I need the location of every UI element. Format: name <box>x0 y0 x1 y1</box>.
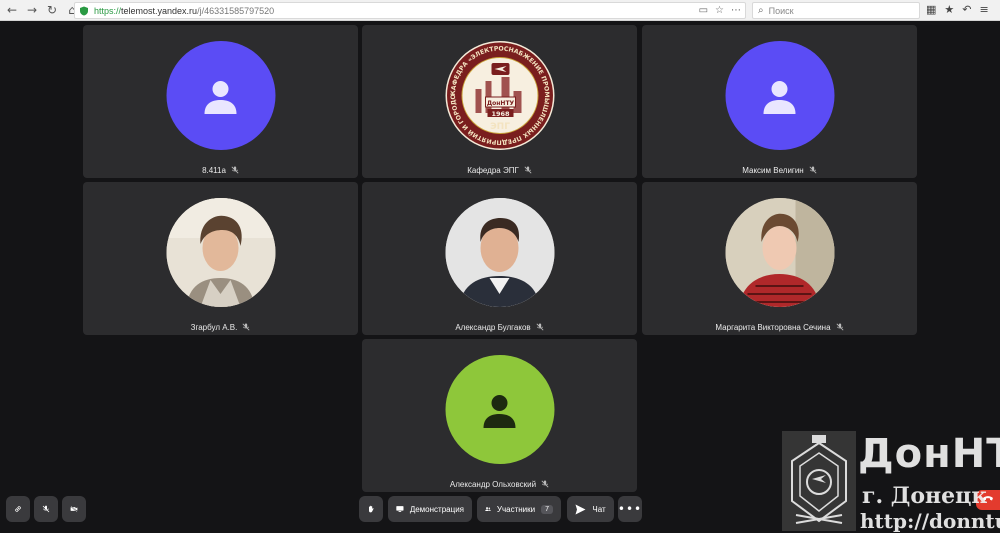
camera-toggle[interactable] <box>62 496 86 522</box>
favorites-icon[interactable]: ★ <box>944 3 954 16</box>
svg-text:ДонНТУ: ДонНТУ <box>486 100 514 107</box>
participant-tile[interactable]: Александр Булгаков <box>362 182 637 335</box>
forward-icon[interactable]: → <box>24 2 40 18</box>
user-icon <box>763 80 796 114</box>
user-icon <box>204 80 237 114</box>
copy-link-button[interactable] <box>6 496 30 522</box>
link-icon <box>15 506 21 512</box>
menu-icon[interactable]: ≡ <box>980 3 989 16</box>
more-icon: ••• <box>617 502 643 516</box>
mic-off-icon <box>231 166 239 174</box>
participants-button[interactable]: Участники 7 <box>477 496 561 522</box>
more-options-button[interactable]: ••• <box>618 496 642 522</box>
participant-photo <box>445 198 554 307</box>
mic-off-icon <box>42 505 50 513</box>
avatar <box>445 355 554 464</box>
undo-icon[interactable]: ↶ <box>962 3 971 16</box>
participant-name: Згарбул А.В. <box>190 322 238 332</box>
search-input[interactable]: ⌕ Поиск <box>752 2 920 19</box>
participant-tile[interactable]: 8.411a <box>83 25 358 178</box>
reader-icon[interactable]: ▭ <box>699 5 708 16</box>
participant-name: Маргарита Викторовна Сечина <box>715 322 831 332</box>
mic-off-icon <box>242 323 250 331</box>
screen-share-label: Демонстрация <box>409 504 464 514</box>
participant-tile[interactable]: Александр Ольховский <box>362 339 637 492</box>
user-icon <box>483 394 516 428</box>
participant-tile[interactable]: Згарбул А.В. <box>83 182 358 335</box>
participant-name: Кафедра ЭПГ <box>467 165 519 175</box>
more-icon[interactable]: ⋯ <box>731 5 741 16</box>
search-placeholder: Поиск <box>768 5 794 16</box>
back-icon[interactable]: ← <box>4 2 20 18</box>
participant-tile[interactable]: ЭПГ ДонНТУ 1968 КАФЕДРА «ЭЛЕКТРОСНАБЖЕНИ… <box>362 25 637 178</box>
mic-off-icon <box>536 323 544 331</box>
tabs-icon[interactable]: ▦ <box>926 3 936 16</box>
donntu-emblem <box>782 431 856 531</box>
mic-off-icon <box>524 166 532 174</box>
participant-photo <box>166 198 275 307</box>
chat-button[interactable]: Чат <box>567 496 614 522</box>
svg-text:ЭПГ: ЭПГ <box>490 122 510 132</box>
bookmark-icon[interactable]: ☆ <box>715 5 724 16</box>
screen-share-icon <box>396 506 404 512</box>
avatar <box>166 41 275 150</box>
send-icon <box>575 504 586 514</box>
people-icon <box>485 507 491 512</box>
participant-photo <box>725 198 834 307</box>
participant-tile[interactable]: Максим Велигин <box>642 25 917 178</box>
microphone-toggle[interactable] <box>34 496 58 522</box>
watermark-site: http://donntu.ru <box>860 509 1000 533</box>
participant-name: Максим Велигин <box>742 165 804 175</box>
watermark-city: г. Донецк <box>862 483 988 509</box>
participant-tile[interactable]: Маргарита Викторовна Сечина <box>642 182 917 335</box>
participants-count: 7 <box>541 504 553 514</box>
mic-off-icon <box>809 166 817 174</box>
chat-label: Чат <box>592 504 606 514</box>
hand-icon <box>369 505 374 513</box>
browser-toolbar: ← → ↻ ⌂ https://telemost.yandex.ru/j/463… <box>0 0 1000 21</box>
mic-off-icon <box>836 323 844 331</box>
department-logo: ЭПГ ДонНТУ 1968 КАФЕДРА «ЭЛЕКТРОСНАБЖЕНИ… <box>445 41 554 150</box>
reload-icon[interactable]: ↻ <box>44 2 60 18</box>
avatar <box>725 41 834 150</box>
raise-hand-button[interactable] <box>359 496 383 522</box>
participants-label: Участники <box>496 504 536 514</box>
watermark-title: ДонНТУ <box>858 431 1000 477</box>
search-icon: ⌕ <box>758 5 764 16</box>
participant-name: 8.411a <box>202 165 226 175</box>
address-bar[interactable]: https://telemost.yandex.ru/j/46331585797… <box>74 2 746 19</box>
participant-name: Александр Булгаков <box>455 322 531 332</box>
screen-share-button[interactable]: Демонстрация <box>388 496 472 522</box>
svg-text:1968: 1968 <box>491 110 510 118</box>
shield-icon <box>80 6 88 15</box>
url-text: https://telemost.yandex.ru/j/46331585797… <box>94 5 275 16</box>
donntu-watermark: ДонНТУ г. Донецк http://donntu.ru <box>780 431 1000 533</box>
camera-off-icon <box>70 505 78 513</box>
